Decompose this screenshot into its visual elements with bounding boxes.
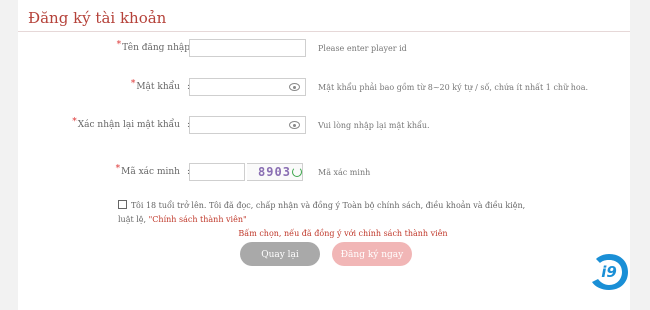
- password-row: *Mật khẩu: Mật khẩu phải bao gồm từ 8~20…: [18, 78, 630, 100]
- password-label-text: Mật khẩu: [136, 82, 180, 92]
- agreement-block: Tôi 18 tuổi trở lên. Tôi đã đọc, chấp nh…: [118, 199, 538, 241]
- username-row: *Tên đăng nhập Please enter player id: [18, 39, 630, 61]
- policy-link[interactable]: "Chính sách thành viên": [149, 215, 247, 224]
- title-divider: [18, 31, 630, 32]
- confirm-row: *Xác nhận lại mật khẩu: Vui lòng nhập lạ…: [18, 116, 630, 138]
- username-input[interactable]: [189, 39, 306, 57]
- registration-panel: Đăng ký tài khoản *Tên đăng nhập Please …: [18, 0, 630, 310]
- captcha-input[interactable]: [189, 163, 245, 181]
- username-label-text: Tên đăng nhập: [122, 43, 190, 53]
- captcha-row: *Mã xác minh: 8903 Mã xác minh: [18, 163, 630, 185]
- refresh-icon[interactable]: [292, 167, 302, 177]
- captcha-label-text: Mã xác minh: [121, 167, 180, 177]
- required-mark: *: [130, 79, 136, 89]
- required-mark: *: [115, 164, 121, 174]
- back-button[interactable]: Quay lại: [240, 242, 320, 266]
- required-mark: *: [72, 117, 77, 127]
- agree-checkbox[interactable]: [118, 200, 127, 209]
- confirm-password-input[interactable]: [189, 116, 306, 134]
- page-title: Đăng ký tài khoản: [28, 9, 167, 27]
- confirm-label: *Xác nhận lại mật khẩu:: [72, 117, 190, 130]
- captcha-label: *Mã xác minh:: [115, 164, 190, 177]
- username-label: *Tên đăng nhập: [116, 40, 190, 53]
- logo-text: i9: [601, 263, 617, 281]
- password-hint: Mật khẩu phải bao gồm từ 8~20 ký tự / số…: [318, 83, 589, 92]
- brand-logo: i9: [592, 254, 628, 290]
- agreement-warning: Bấm chọn, nếu đã đồng ý với chính sách t…: [238, 229, 448, 238]
- eye-icon[interactable]: [289, 121, 300, 129]
- required-mark: *: [116, 40, 122, 50]
- password-input[interactable]: [189, 78, 306, 96]
- captcha-code: 8903: [258, 165, 291, 179]
- register-button[interactable]: Đăng ký ngay: [332, 242, 412, 266]
- confirm-label-text: Xác nhận lại mật khẩu: [77, 120, 180, 130]
- username-hint: Please enter player id: [318, 44, 407, 53]
- captcha-hint: Mã xác minh: [318, 168, 371, 177]
- eye-icon[interactable]: [289, 83, 300, 91]
- password-label: *Mật khẩu:: [130, 79, 190, 92]
- confirm-hint: Vui lòng nhập lại mật khẩu.: [318, 121, 430, 130]
